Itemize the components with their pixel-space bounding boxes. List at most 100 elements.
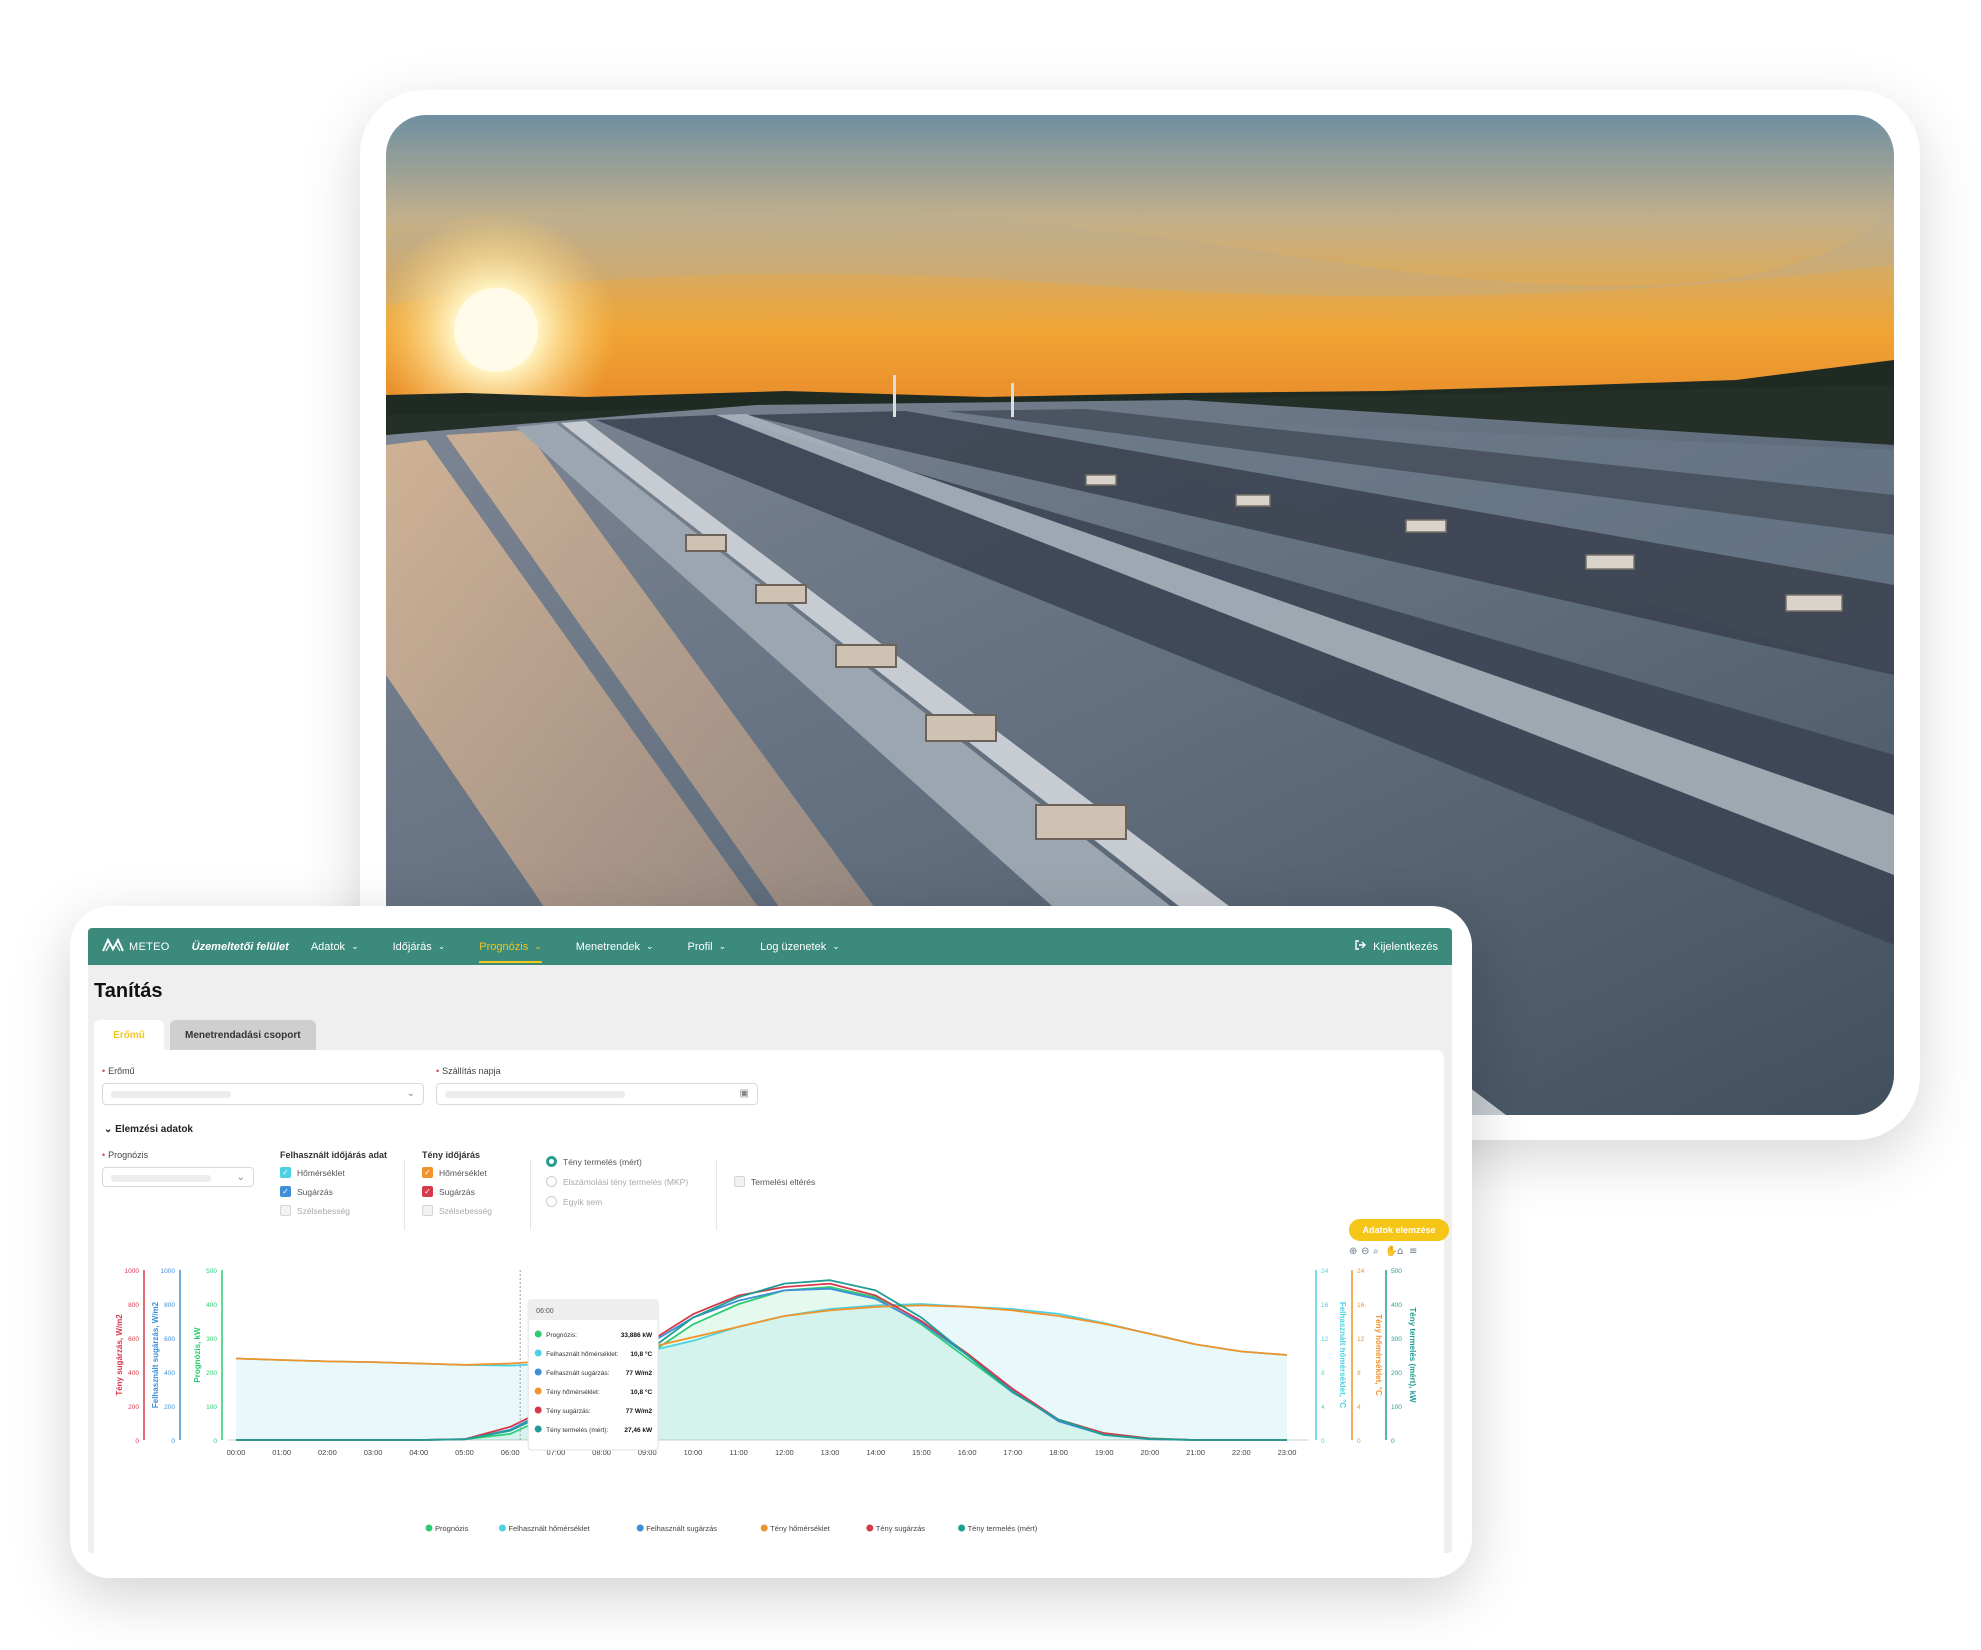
nav-label: Menetrendek (575, 940, 640, 953)
checkbox-empty-icon (422, 1205, 433, 1216)
nav-label: Időjárás (392, 940, 432, 953)
menu-icon[interactable]: ≡ (1409, 1246, 1417, 1257)
checkbox-label: Hőmérséklet (297, 1167, 345, 1178)
actual-temp-checkbox[interactable]: ✓ Hőmérséklet (422, 1167, 487, 1178)
y-tick-label: 0 (1357, 1438, 1361, 1445)
tooltip-marker (534, 1330, 542, 1338)
y-tick-label: 24 (1357, 1268, 1365, 1275)
top-navbar: METEO Üzemeltetői felület Adatok ⌄ Időjár… (88, 928, 1452, 965)
analysis-section-toggle[interactable]: ⌄ Elemzési adatok (104, 1124, 193, 1135)
app-screen: METEO Üzemeltetői felület Adatok ⌄ Időjár… (88, 928, 1452, 1553)
divider (716, 1160, 717, 1230)
checkbox-empty-icon (734, 1176, 745, 1187)
delivery-date-picker[interactable]: ▣ (436, 1083, 758, 1105)
y-tick-label: 100 (1391, 1404, 1402, 1411)
legend-item[interactable]: Prognózis (435, 1524, 469, 1533)
nav-adatok[interactable]: Adatok ⌄ (311, 928, 359, 965)
tooltip-value: 10,8 °C (630, 1388, 652, 1396)
actual-weather-heading: Tény időjárás (422, 1150, 481, 1160)
zoom-in-icon[interactable]: ⊕ (1349, 1246, 1357, 1257)
nav-log-uzenetek[interactable]: Log üzenetek ⌄ (760, 928, 840, 965)
chevron-down-icon: ⌄ (718, 941, 727, 951)
y-tick-label: 4 (1321, 1404, 1325, 1411)
x-tick-label: 06:00 (501, 1448, 520, 1457)
y-tick-label: 12 (1357, 1336, 1365, 1343)
actual-wind-checkbox[interactable]: Szélsebesség (422, 1205, 492, 1216)
nav-label: Adatok (310, 940, 346, 953)
reset-home-icon[interactable]: ⌂ (1397, 1246, 1403, 1257)
radio-elszamolasi[interactable]: Elszámolási tény termelés (MKP) (546, 1176, 688, 1187)
series-area (236, 1304, 1287, 1440)
y-tick-label: 16 (1357, 1302, 1365, 1309)
legend-item[interactable]: Felhasznált hőmérséklet (508, 1524, 590, 1533)
radio-label: Egyik sem (563, 1196, 603, 1207)
tooltip-value: 33,886 kW (621, 1332, 653, 1339)
y-tick-label: 400 (128, 1370, 139, 1377)
y-tick-label: 400 (1391, 1302, 1402, 1309)
legend-item[interactable]: Tény hőmérséklet (770, 1524, 831, 1533)
used-weather-heading: Felhasznált időjárás adat (280, 1150, 388, 1160)
plant-placeholder (111, 1091, 231, 1098)
zoom-out-icon[interactable]: ⊖ (1361, 1246, 1369, 1257)
used-wind-checkbox[interactable]: Szélsebesség (280, 1205, 350, 1216)
y-tick-label: 400 (206, 1302, 217, 1309)
brand[interactable]: METEO (102, 937, 170, 955)
chevron-down-icon: ⌄ (406, 1088, 415, 1099)
tooltip-label: Tény hőmérséklet: (546, 1389, 600, 1396)
x-tick-label: 12:00 (775, 1448, 794, 1457)
nav-profil[interactable]: Profil ⌄ (688, 928, 727, 965)
actual-radiation-checkbox[interactable]: ✓ Sugárzás (422, 1186, 475, 1197)
nav-idojaras[interactable]: Időjárás ⌄ (393, 928, 446, 965)
tooltip-value: 10,8 °C (630, 1350, 652, 1358)
x-tick-label: 19:00 (1095, 1448, 1114, 1457)
tooltip-marker (534, 1387, 542, 1395)
forecast-label: • Prognózis (102, 1150, 149, 1160)
check-icon: ✓ (280, 1167, 291, 1178)
calendar-icon: ▣ (739, 1088, 749, 1099)
tooltip-marker (534, 1406, 542, 1414)
forecast-placeholder (111, 1175, 211, 1182)
chevron-down-icon: ⌄ (832, 941, 840, 951)
legend-item[interactable]: Felhasznált sugárzás (646, 1524, 717, 1533)
y-tick-label: 400 (164, 1370, 175, 1377)
plant-select[interactable]: ⌄ (102, 1083, 424, 1105)
logout-button[interactable]: Kijelentkezés (1355, 940, 1438, 953)
y-tick-label: 200 (1391, 1370, 1402, 1377)
radio-icon (546, 1176, 557, 1187)
y-tick-label: 12 (1321, 1336, 1329, 1343)
used-radiation-checkbox[interactable]: ✓ Sugárzás (280, 1186, 333, 1197)
tab-menetrendadasi-csoport[interactable]: Menetrendadási csoport (170, 1020, 316, 1050)
tab-eromu[interactable]: Erőmű (94, 1020, 164, 1050)
tooltip-marker (534, 1349, 542, 1357)
nav-prognozis[interactable]: Prognózis ⌄ (479, 928, 543, 965)
page-title: Tanítás (94, 980, 163, 1002)
y-tick-label: 200 (206, 1370, 217, 1377)
check-icon: ✓ (422, 1186, 433, 1197)
legend-item[interactable]: Tény termelés (mért) (968, 1524, 1038, 1533)
section-title: Elemzési adatok (115, 1124, 193, 1135)
x-tick-label: 05:00 (455, 1448, 474, 1457)
radio-teny-termeles[interactable]: Tény termelés (mért) (546, 1156, 642, 1167)
zoom-select-icon[interactable]: ⌕ (1373, 1246, 1379, 1257)
tooltip-time: 06:00 (536, 1308, 554, 1315)
plant-label-text: Erőmű (108, 1066, 135, 1076)
y-tick-label: 100 (206, 1404, 217, 1411)
checkbox-label: Sugárzás (439, 1186, 475, 1197)
deviation-checkbox[interactable]: Termelési eltérés (734, 1176, 815, 1187)
legend-item[interactable]: Tény sugárzás (876, 1524, 925, 1533)
x-tick-label: 18:00 (1049, 1448, 1068, 1457)
forecast-select[interactable]: ⌄ (102, 1167, 254, 1187)
y-tick-label: 8 (1357, 1370, 1361, 1377)
nav-label: Log üzenetek (760, 940, 827, 953)
y-axis-title: Prognózis, kW (193, 1327, 202, 1383)
x-tick-label: 14:00 (866, 1448, 885, 1457)
radio-egyik-sem[interactable]: Egyik sem (546, 1196, 602, 1207)
used-temp-checkbox[interactable]: ✓ Hőmérséklet (280, 1167, 345, 1178)
x-tick-label: 17:00 (1003, 1448, 1022, 1457)
pan-icon[interactable]: ✋ (1385, 1244, 1397, 1257)
analyze-button[interactable]: Adatok elemzése (1349, 1219, 1449, 1241)
x-tick-label: 20:00 (1141, 1448, 1160, 1457)
nav-menetrendek[interactable]: Menetrendek ⌄ (576, 928, 654, 965)
radio-label: Tény termelés (mért) (563, 1156, 642, 1167)
y-tick-label: 24 (1321, 1268, 1329, 1275)
